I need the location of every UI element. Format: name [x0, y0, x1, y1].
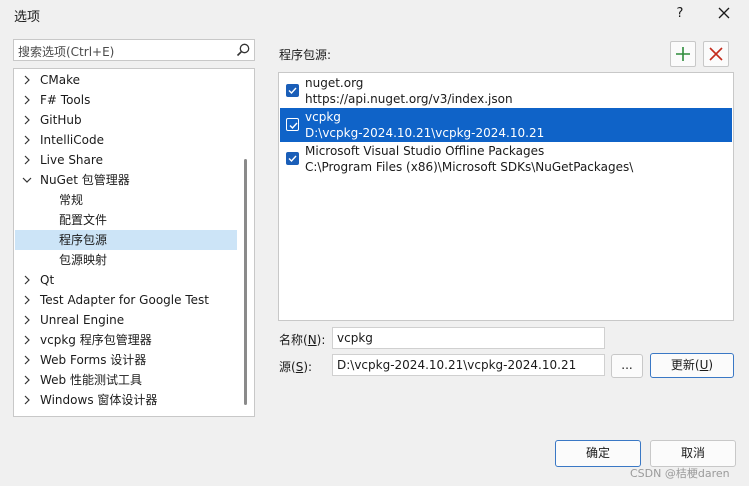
tree-item[interactable]: Web 性能测试工具 — [15, 370, 237, 390]
add-source-button[interactable] — [670, 41, 696, 67]
tree-item-label: IntelliCode — [40, 133, 104, 147]
tree-item[interactable]: Test Adapter for Google Test — [15, 290, 237, 310]
plus-icon — [676, 47, 690, 61]
close-icon — [718, 7, 730, 19]
checkmark-icon — [289, 122, 298, 130]
tree-item-label: Web 性能测试工具 — [40, 373, 142, 387]
source-input[interactable]: D:\vcpkg-2024.10.21\vcpkg-2024.10.21 — [332, 354, 605, 376]
chevron-right-icon[interactable] — [22, 90, 32, 110]
name-input[interactable]: vcpkg — [332, 327, 605, 349]
source-name: Microsoft Visual Studio Offline Packages — [305, 144, 545, 158]
tree-item-label: Qt — [40, 273, 55, 287]
checkmark-icon — [288, 87, 297, 95]
remove-source-button[interactable] — [703, 41, 729, 67]
tree-item-label: 常规 — [59, 193, 84, 207]
source-url: D:\vcpkg-2024.10.21\vcpkg-2024.10.21 — [305, 126, 545, 140]
tree-item-label: F# Tools — [40, 93, 91, 107]
source-field-label: 源(S): — [279, 360, 313, 374]
chevron-right-icon[interactable] — [22, 310, 32, 330]
update-button[interactable]: 更新(U) — [650, 353, 734, 378]
chevron-right-icon[interactable] — [22, 150, 32, 170]
source-url: https://api.nuget.org/v3/index.json — [305, 92, 513, 106]
chevron-right-icon[interactable] — [22, 370, 32, 390]
dialog-title: 选项 — [14, 10, 41, 25]
search-icon — [236, 43, 250, 57]
chevron-right-icon[interactable] — [22, 130, 32, 150]
tree-item-label: Web Forms 设计器 — [40, 353, 147, 367]
tree-item[interactable]: GitHub — [15, 110, 237, 130]
chevron-right-icon[interactable] — [22, 270, 32, 290]
tree-item-label: Unreal Engine — [40, 313, 125, 327]
ok-button[interactable]: 确定 — [555, 440, 641, 467]
options-tree: CMake F# Tools GitHub IntelliCode Live Share… — [13, 68, 255, 417]
package-source-list: nuget.org https://api.nuget.org/v3/index.… — [278, 72, 734, 321]
search-input[interactable]: 搜索选项(Ctrl+E) — [13, 39, 255, 61]
package-sources-label: 程序包源: — [279, 48, 332, 62]
source-enabled-checkbox[interactable] — [286, 152, 299, 165]
browse-button[interactable]: ... — [611, 354, 643, 378]
tree-item-label: vcpkg 程序包管理器 — [40, 333, 152, 347]
package-source-item[interactable]: Microsoft Visual Studio Offline Packages… — [280, 142, 732, 176]
tree-item[interactable]: Web Forms 设计器 — [15, 350, 237, 370]
package-source-item[interactable]: vcpkg D:\vcpkg-2024.10.21\vcpkg-2024.10.2… — [280, 108, 732, 142]
tree-item[interactable]: 程序包源 — [15, 230, 237, 250]
tree-item[interactable]: Windows 窗体设计器 — [15, 390, 237, 410]
tree-item[interactable]: Live Share — [15, 150, 237, 170]
source-enabled-checkbox[interactable] — [286, 84, 299, 97]
tree-item[interactable]: 常规 — [15, 190, 237, 210]
tree-item-label: Test Adapter for Google Test — [40, 293, 209, 307]
cancel-button[interactable]: 取消 — [650, 440, 736, 467]
chevron-down-icon[interactable] — [22, 170, 32, 190]
title-bar: 选项 ? — [0, 0, 749, 30]
tree-item[interactable]: IntelliCode — [15, 130, 237, 150]
tree-item[interactable]: 包源映射 — [15, 250, 237, 270]
tree-item[interactable]: NuGet 包管理器 — [15, 170, 237, 190]
source-name: nuget.org — [305, 76, 364, 90]
source-enabled-checkbox[interactable] — [286, 118, 299, 131]
source-name: vcpkg — [305, 110, 341, 124]
chevron-right-icon[interactable] — [22, 290, 32, 310]
tree-item[interactable]: CMake — [15, 70, 237, 90]
tree-item[interactable]: Unreal Engine — [15, 310, 237, 330]
help-button[interactable]: ? — [668, 3, 692, 25]
tree-item[interactable]: 配置文件 — [15, 210, 237, 230]
tree-item[interactable]: Qt — [15, 270, 237, 290]
tree-item-label: Live Share — [40, 153, 103, 167]
watermark: CSDN @桔梗daren — [630, 467, 730, 480]
tree-item-label: 程序包源 — [59, 233, 108, 247]
tree-item-label: GitHub — [40, 113, 82, 127]
name-field-label: 名称(N): — [279, 333, 326, 347]
chevron-right-icon[interactable] — [22, 110, 32, 130]
tree-item-label: 包源映射 — [59, 253, 108, 267]
chevron-right-icon[interactable] — [22, 70, 32, 90]
tree-item-label: Windows 窗体设计器 — [40, 393, 158, 407]
search-placeholder: 搜索选项(Ctrl+E) — [18, 45, 115, 59]
tree-scrollbar[interactable] — [244, 159, 247, 405]
tree-item-label: NuGet 包管理器 — [40, 173, 130, 187]
checkmark-icon — [288, 155, 297, 163]
chevron-right-icon[interactable] — [22, 390, 32, 410]
tree-item-label: 配置文件 — [59, 213, 108, 227]
package-source-item[interactable]: nuget.org https://api.nuget.org/v3/index.… — [280, 74, 732, 108]
tree-item-label: CMake — [40, 73, 80, 87]
tree-item[interactable]: vcpkg 程序包管理器 — [15, 330, 237, 350]
source-url: C:\Program Files (x86)\Microsoft SDKs\Nu… — [305, 160, 634, 174]
chevron-right-icon[interactable] — [22, 330, 32, 350]
delete-icon — [709, 47, 723, 61]
chevron-right-icon[interactable] — [22, 350, 32, 370]
close-button[interactable] — [712, 3, 736, 25]
tree-item[interactable]: F# Tools — [15, 90, 237, 110]
